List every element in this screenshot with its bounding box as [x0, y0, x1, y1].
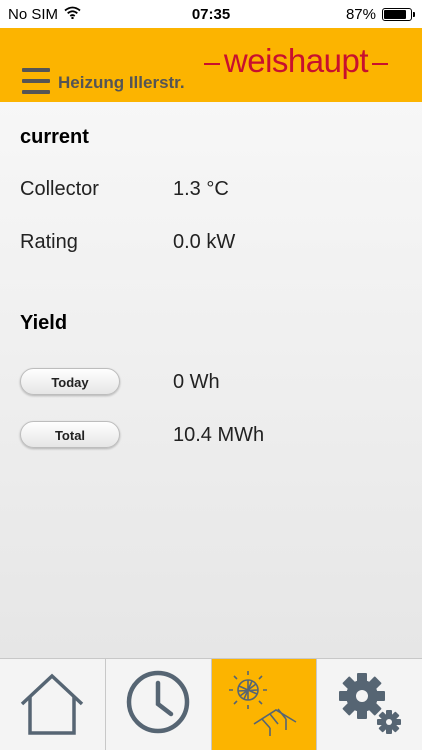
today-button[interactable]: Today: [20, 368, 120, 395]
today-value: 0 Wh: [173, 371, 220, 393]
tab-home[interactable]: [0, 659, 106, 750]
brand-dash-left: [203, 63, 220, 65]
brand-name: weishaupt: [223, 42, 369, 79]
collector-label: Collector: [20, 178, 99, 200]
hamburger-menu-icon[interactable]: [22, 68, 50, 94]
app-header: Heizung Illerstr. weishaupt: [0, 28, 422, 102]
status-right: 87%: [345, 6, 415, 23]
gears-icon: [334, 666, 406, 743]
collector-value: 1.3 °C: [173, 178, 229, 200]
battery-percent: 87%: [345, 6, 376, 23]
tab-settings[interactable]: [317, 659, 422, 750]
total-button[interactable]: Total: [20, 421, 120, 448]
section-title-current: current: [20, 126, 89, 148]
battery-fill: [384, 10, 407, 19]
app-screen: No SIM 07:35 87% Heizung Illerstr. weish…: [0, 0, 422, 750]
tab-schedule[interactable]: [106, 659, 212, 750]
rating-value: 0.0 kW: [173, 231, 236, 253]
brand-logo: weishaupt: [200, 42, 392, 80]
house-icon: [16, 666, 88, 743]
tab-solar[interactable]: [211, 659, 318, 750]
section-title-yield: Yield: [20, 312, 68, 334]
menu-line: [22, 68, 50, 72]
tab-bar: [0, 658, 422, 750]
status-bar: No SIM 07:35 87%: [0, 0, 422, 28]
page-title: Heizung Illerstr.: [58, 73, 185, 92]
solar-panel-icon: [224, 666, 304, 743]
menu-line: [22, 79, 50, 83]
rating-label: Rating: [20, 231, 78, 253]
brand-dash-right: [372, 63, 388, 65]
clock-icon: [122, 666, 194, 743]
total-value: 10.4 MWh: [173, 424, 265, 446]
menu-line: [22, 90, 50, 94]
battery-icon: [382, 8, 415, 21]
